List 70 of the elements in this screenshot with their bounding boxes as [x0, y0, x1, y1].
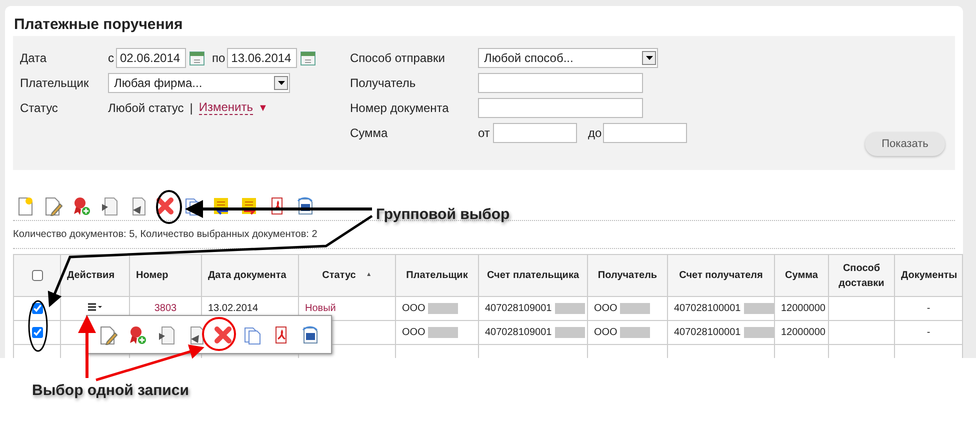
- field-label: Дата: [20, 50, 48, 67]
- account-number: 407028100001: [674, 303, 741, 314]
- column-header[interactable]: Дата документа: [202, 254, 298, 296]
- date-prefix-label: с: [108, 50, 114, 67]
- account-number: 407028100001: [674, 327, 741, 338]
- field-label: Номер документа: [350, 100, 450, 117]
- field-label: Способ отправки: [350, 50, 446, 67]
- column-header[interactable]: Номер: [130, 254, 202, 296]
- column-header[interactable]: Получатель: [588, 254, 668, 296]
- calendar-icon: [189, 50, 205, 66]
- dropdown[interactable]: Любая фирма...: [108, 73, 290, 93]
- highlight-circle: [156, 190, 182, 224]
- document-count: Количество документов: 5, Количество выбранных документов: 2: [13, 228, 318, 242]
- separator: |: [190, 100, 193, 117]
- field-label: Получатель: [350, 75, 417, 92]
- redaction-block: [620, 302, 650, 314]
- input-field[interactable]: [478, 98, 643, 118]
- calendar-icon: [300, 50, 316, 66]
- account-number: 407028109001: [485, 303, 552, 314]
- payer-name: ООО: [402, 303, 426, 314]
- annotation-label: Выбор одной записи: [32, 381, 189, 401]
- payer-name: ООО: [402, 327, 426, 338]
- amount-text: 12000000: [781, 303, 826, 314]
- highlight-circle: [202, 317, 236, 351]
- field-label: до: [588, 125, 603, 142]
- column-header[interactable]: Действия: [60, 254, 130, 296]
- documents-text: -: [926, 303, 930, 314]
- column-header[interactable]: Документы: [894, 254, 962, 296]
- account-number: 407028109001: [485, 327, 552, 338]
- redaction-block: [428, 302, 458, 314]
- redaction-block: [554, 302, 585, 314]
- field-label: от: [478, 125, 491, 142]
- column-header[interactable]: Способ доставки: [828, 254, 894, 296]
- field-label: Статус: [20, 100, 59, 117]
- input-field[interactable]: [478, 73, 643, 93]
- status-value: Любой статус: [108, 100, 184, 117]
- input-field[interactable]: [493, 123, 577, 143]
- recipient-name: ООО: [594, 327, 618, 338]
- row-checkbox[interactable]: [32, 302, 42, 314]
- amount-text: 12000000: [781, 327, 826, 338]
- column-header[interactable]: Счет плательщика: [478, 254, 588, 296]
- highlight-circle: [28, 300, 48, 352]
- field-label: Сумма: [350, 125, 389, 142]
- input-field[interactable]: 02.06.2014: [116, 48, 186, 68]
- select-all-checkbox[interactable]: [32, 270, 42, 281]
- redaction-block: [554, 326, 585, 338]
- delete-icon[interactable]: [154, 194, 176, 216]
- redaction-block: [620, 326, 650, 338]
- show-button[interactable]: Показать: [865, 132, 945, 156]
- field-label: Плательщик: [20, 75, 90, 92]
- change-link[interactable]: Изменить: [198, 101, 253, 115]
- page-title: Платежные поручения: [13, 15, 184, 35]
- date-prefix-label: по: [212, 50, 226, 67]
- redaction-block: [428, 326, 458, 338]
- caret-icon: ▼: [258, 100, 268, 116]
- status-text: Новый: [305, 303, 336, 314]
- document-date: 13.02.2014: [208, 303, 258, 314]
- documents-text: -: [926, 327, 930, 338]
- document-number-link[interactable]: 3803: [154, 303, 177, 314]
- column-header[interactable]: Статус: [322, 270, 356, 281]
- column-header[interactable]: Счет получателя: [668, 254, 774, 296]
- recipient-name: ООО: [594, 303, 618, 314]
- column-header[interactable]: Плательщик: [396, 254, 478, 296]
- annotation-label: Групповой выбор: [376, 205, 510, 225]
- column-header[interactable]: Сумма: [774, 254, 828, 296]
- dropdown[interactable]: Любой способ...: [478, 48, 658, 68]
- row-checkbox[interactable]: [32, 326, 42, 338]
- actions-menu-icon[interactable]: [88, 303, 102, 311]
- input-field[interactable]: 13.06.2014: [227, 48, 298, 68]
- input-field[interactable]: [603, 123, 687, 143]
